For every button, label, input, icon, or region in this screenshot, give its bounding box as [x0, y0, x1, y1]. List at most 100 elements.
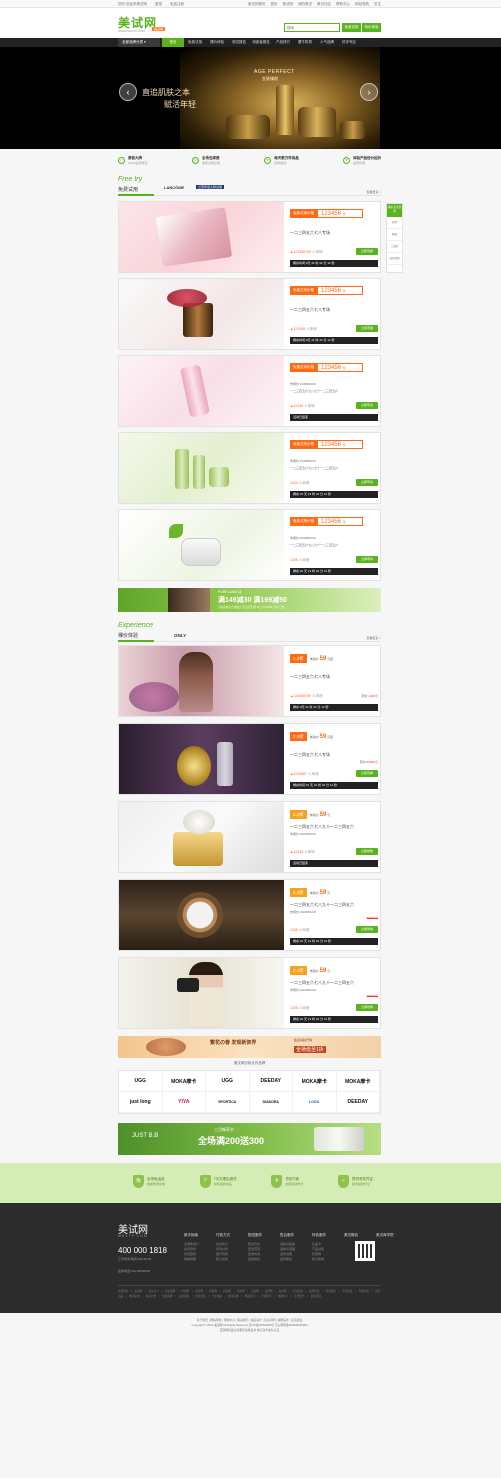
experience-card[interactable]: 2.2折 体验价 59 元 一二三四五六七八九十一二三四五六 市场价:¥12345… — [118, 957, 381, 1029]
nav-item[interactable]: 免费试用 — [184, 38, 206, 47]
brand-logo[interactable]: SPORTICA — [206, 1092, 250, 1113]
apply-button[interactable]: 立即查看 — [356, 770, 378, 777]
topbar-link[interactable]: 关注 — [374, 2, 381, 7]
nav-item[interactable]: 看牛机构 — [294, 38, 316, 47]
product-image[interactable] — [119, 646, 284, 716]
view-more-link[interactable]: 查看更多 > — [366, 636, 381, 640]
apply-button[interactable]: 立即申请 — [356, 402, 378, 409]
brand-logo[interactable]: UGG — [206, 1071, 250, 1092]
apply-button[interactable]: 立即抢购 — [356, 848, 378, 855]
brand-logo[interactable]: DIADORA — [249, 1092, 293, 1113]
login-link[interactable]: 登录 — [155, 2, 162, 7]
product-title[interactable]: 一二三四五六七八专场 — [290, 752, 330, 758]
product-image[interactable] — [119, 802, 284, 872]
apply-button[interactable]: 立即查看 — [356, 248, 378, 255]
service-item[interactable]: ✓ 提供有效凭证 如何提供凭证 — [338, 1175, 373, 1188]
banner-next-arrow-icon[interactable]: › — [360, 83, 378, 101]
brand-logo[interactable]: LOGO — [293, 1092, 337, 1113]
brand-logo[interactable]: DEEDAY — [336, 1092, 380, 1113]
product-title[interactable]: 一二三四五六七八九十一二三四五六 — [290, 980, 354, 986]
view-more-link[interactable]: 查看更多 > — [366, 190, 381, 194]
service-item[interactable]: ¥ 货到付款 如何选择支付 — [271, 1175, 303, 1188]
footer-link[interactable]: 积分商城 — [312, 1257, 336, 1262]
product-title[interactable]: 一二三四五六七八九十一二三四五六 — [290, 824, 354, 830]
nav-item[interactable]: 消费者报告 — [250, 38, 272, 47]
apply-button[interactable]: 立即申请 — [356, 479, 378, 486]
apply-button[interactable]: 立即申请 — [356, 556, 378, 563]
topbar-link[interactable]: 首页 — [271, 2, 278, 7]
experience-card[interactable]: 2.2折 体验价 59 元 一二三四五六七八九十一二三四五六 市场价:¥12345… — [118, 801, 381, 873]
hero-banner[interactable]: AGE PERFECT 金致臻颜 直追肌肤之本 赋活年轻 ‹ › — [0, 47, 501, 149]
product-title[interactable]: 一二三四五六七八专场 — [290, 307, 330, 313]
banner-prev-arrow-icon[interactable]: ‹ — [119, 83, 137, 101]
market-price: 市场价:¥139999.00 — [290, 459, 316, 463]
float-item[interactable]: 返回顶部 — [387, 253, 402, 265]
brand-logo[interactable]: YIYA — [162, 1092, 206, 1113]
topbar-link[interactable]: 美试网首页 — [248, 2, 266, 7]
nav-item[interactable]: 好评专区 — [338, 38, 360, 47]
apply-button[interactable]: 立即查看 — [356, 325, 378, 332]
brand-logo[interactable]: MOKA摩卡 — [162, 1071, 206, 1092]
search-input[interactable] — [285, 24, 339, 31]
promo-banner[interactable]: 繁花の春 发现新饰界 甄选新品欢乐购 全场低至1折 — [118, 1036, 381, 1058]
product-image[interactable] — [119, 279, 284, 349]
market-price: 市场价:¥139999.00 — [290, 536, 316, 540]
brand-logo[interactable]: MOKA摩卡 — [293, 1071, 337, 1092]
trial-card[interactable]: 免费试用价格 123456 件 市场价:¥139999.00 一二三四五六七八九十… — [118, 355, 381, 427]
apply-button[interactable]: 立即抢购 — [356, 1004, 378, 1011]
nav-item[interactable]: 人气品牌 — [316, 38, 338, 47]
experience-card[interactable]: 2.2折 体验价 59 元起 一二三四五六七八专场 ▲123456789 人申请 … — [118, 645, 381, 717]
apply-count: 1238 人申请 — [290, 928, 310, 932]
trial-card[interactable]: 免费试用价格 123456 件 市场价:¥139999.00 一二三四五六七八九十… — [118, 509, 381, 581]
brand-logo[interactable]: UGG — [119, 1071, 163, 1092]
float-item[interactable]: 签到 — [387, 217, 402, 229]
trial-card[interactable]: 免费试用价格 123456 件 一二三四五六七八专场 ▲123456 人申请 立即… — [118, 278, 381, 350]
trial-card[interactable]: 免费试用价格 123456 件 一二三四五六七八专场 ▲123456789 人申请… — [118, 201, 381, 273]
nav-item[interactable]: 测试报告 — [228, 38, 250, 47]
trial-card[interactable]: 免费试用价格 123456 件 市场价:¥139999.00 一二三四五六七八九十… — [118, 432, 381, 504]
product-title[interactable]: 一二三四五六七八专场 — [290, 230, 330, 236]
promo-banner[interactable]: PURELAND 诗 满149减30 满199减50 天猫商城官方旗舰店 即日起… — [118, 588, 381, 612]
product-image[interactable] — [119, 433, 284, 503]
brand-logo[interactable]: just long — [119, 1092, 163, 1113]
product-image[interactable] — [119, 510, 284, 580]
product-image[interactable] — [119, 356, 284, 426]
bottom-promo-banner[interactable]: JUST B.B 三月畅享节 全场满200送300 — [118, 1123, 381, 1155]
register-link[interactable]: 免费注册 — [170, 2, 184, 7]
topbar-link[interactable]: 网站导航 — [355, 2, 369, 7]
product-title[interactable]: 一二三四五六七八九十一二三四五六 — [290, 902, 354, 908]
free-trial-button[interactable]: 免费试用 — [342, 23, 361, 32]
product-image[interactable] — [119, 724, 284, 794]
product-title[interactable]: 一二三四五六七八专场 — [290, 674, 330, 680]
topbar-link[interactable]: 我的美试 — [298, 2, 312, 7]
model-image — [168, 588, 210, 612]
nav-item[interactable]: 产品排行 — [272, 38, 294, 47]
apply-button[interactable]: 立即抢购 — [356, 926, 378, 933]
footer-link[interactable]: 积分兑换 — [216, 1257, 240, 1262]
experience-card[interactable]: 2.2折 体验价 59 元起 一二三四五六七八专场 ▲1234567 人申请 原价… — [118, 723, 381, 795]
float-coupon[interactable]: 领取 美试优惠 — [387, 204, 402, 217]
special-price-button[interactable]: 特价体验 — [362, 23, 381, 32]
product-image[interactable] — [119, 202, 284, 272]
footer-link[interactable]: 购物流程 — [184, 1257, 208, 1262]
brand-logo[interactable]: DEEDAY — [249, 1071, 293, 1092]
service-item[interactable]: 7 7天无理由退货 如何退换商品 — [199, 1175, 237, 1188]
footer-link[interactable]: 签收验货 — [248, 1257, 272, 1262]
topbar-link[interactable]: 帮助中心 — [336, 2, 350, 7]
topbar-link[interactable]: 美试社区 — [317, 2, 331, 7]
service-item[interactable]: 免 全场免运费 免邮费用全场 — [133, 1175, 165, 1188]
product-image[interactable] — [119, 958, 284, 1028]
brand-logo[interactable]: MOKA摩卡 — [336, 1071, 380, 1092]
footer-link[interactable]: 返修服务 — [280, 1257, 304, 1262]
nav-item[interactable]: 裸价体验 — [206, 38, 228, 47]
float-item[interactable]: 客服 — [387, 229, 402, 241]
experience-header: Experience 裸价体验 ONLY 查看更多 > — [118, 622, 381, 642]
category-dropdown[interactable]: 全部品牌分类 ▾ — [118, 38, 160, 47]
nav-item[interactable]: 首页 — [162, 38, 184, 47]
topbar-link[interactable]: 美试网 — [283, 2, 294, 7]
friend-links[interactable]: 友情链接 | 美试网 | 美妆达人 | 化妆品网 | 时尚网 | 美容网 | 护… — [118, 1285, 381, 1299]
experience-card[interactable]: 2.2折 体验价 59 元 一二三四五六七八九十一二三四五六 市场价:¥12345… — [118, 879, 381, 951]
product-bottle-image — [276, 85, 294, 135]
float-item[interactable]: 二维码 — [387, 241, 402, 253]
product-image[interactable] — [119, 880, 284, 950]
